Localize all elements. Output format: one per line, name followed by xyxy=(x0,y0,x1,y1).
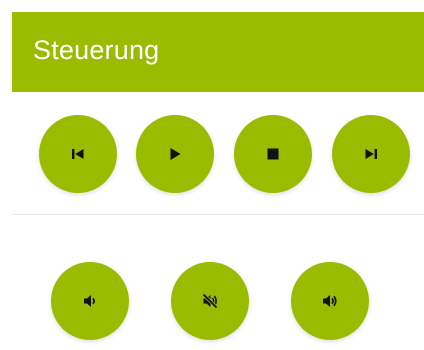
volume-mute-icon xyxy=(202,293,218,309)
panel-title: Steuerung xyxy=(33,35,160,65)
control-panel: Steuerung xyxy=(12,12,424,350)
panel-header: Steuerung xyxy=(12,12,424,92)
skip-previous-icon xyxy=(72,149,84,159)
volume-down-button[interactable] xyxy=(51,262,129,340)
mute-button[interactable] xyxy=(171,262,249,340)
stop-button[interactable] xyxy=(234,115,312,193)
volume-up-button[interactable] xyxy=(291,262,369,340)
volume-up-icon xyxy=(323,295,337,307)
next-button[interactable] xyxy=(332,115,410,193)
play-button[interactable] xyxy=(136,115,214,193)
skip-next-icon xyxy=(365,149,377,159)
stop-icon xyxy=(267,148,279,160)
volume-down-icon xyxy=(84,295,95,307)
previous-button[interactable] xyxy=(39,115,117,193)
play-icon xyxy=(170,148,181,160)
section-divider xyxy=(12,214,424,215)
